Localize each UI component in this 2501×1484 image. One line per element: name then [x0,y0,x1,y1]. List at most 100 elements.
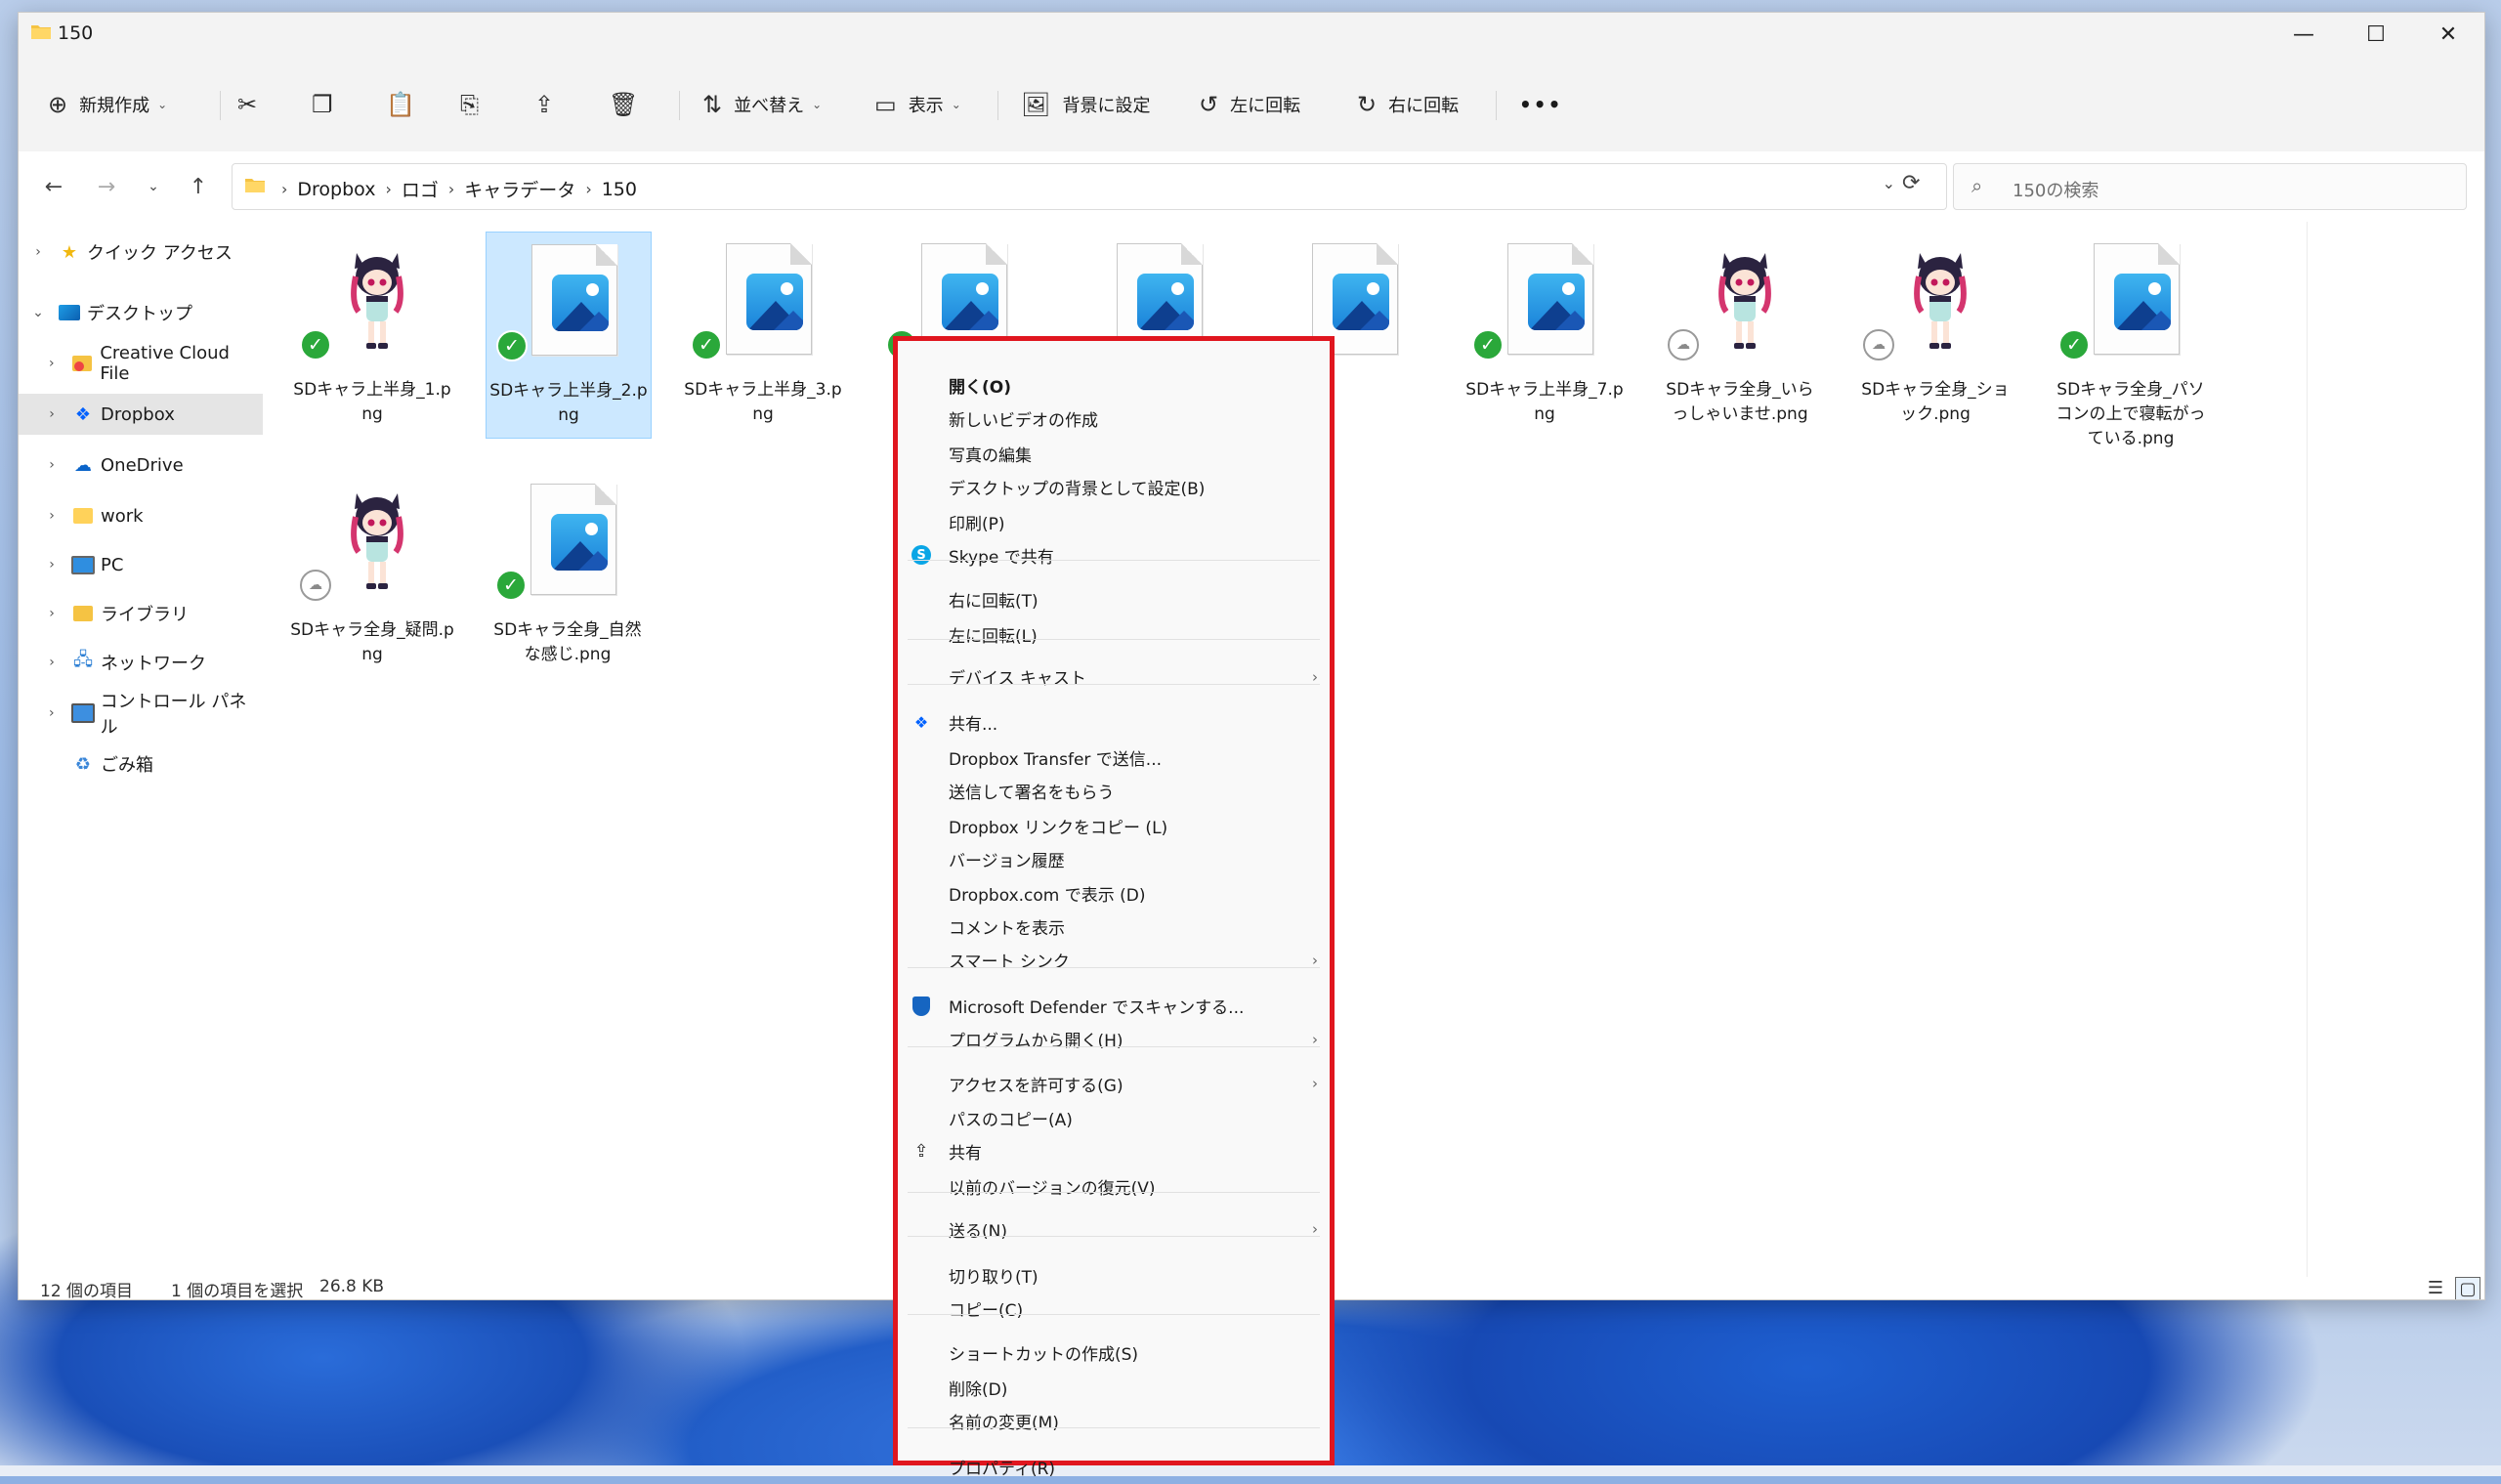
file-item[interactable]: ☁ SDキャラ全身_疑問.png [290,472,454,677]
rotate-right-button[interactable]: ↻ 右に回転 [1357,81,1459,128]
breadcrumb-item[interactable]: キャラデータ [464,176,575,202]
context-menu-item[interactable]: 送信して署名をもらう [898,774,1330,808]
network-icon: 🖧 [72,650,94,670]
context-menu-item[interactable]: プロパティ(R) [898,1450,1330,1484]
context-menu-item[interactable]: スマート シンク › [898,943,1330,977]
context-menu-item[interactable]: 削除(D) [898,1371,1330,1405]
context-menu-item-label: 写真の編集 [949,446,1032,467]
delete-button[interactable]: 🗑 [609,81,650,128]
context-menu-item[interactable]: 開く(O) [898,368,1330,403]
context-menu-item[interactable]: Microsoft Defender でスキャンする... [898,989,1330,1023]
maximize-button[interactable]: ☐ [2340,13,2412,56]
context-menu-item[interactable]: 写真の編集 [898,437,1330,471]
paste-button[interactable]: 📋 [386,81,427,128]
sidebar-item-work[interactable]: › work [19,495,263,536]
context-menu-item-label: コメントを表示 [949,919,1065,940]
context-menu-item[interactable]: 新しいビデオの作成 [898,402,1330,436]
address-bar[interactable]: › Dropbox › ロゴ › キャラデータ › 150 ⌄ [232,163,1947,210]
context-menu-item[interactable]: バージョン履歴 [898,842,1330,876]
address-row: ← → ⌄ ↑ › Dropbox › ロゴ › キャラデータ › 150 ⌄ … [19,151,2484,222]
sidebar-item-label: PC [101,554,124,575]
new-button[interactable]: ⊕ 新規作成 ⌄ [48,81,167,128]
selection-status: 1 個の項目を選択 [171,1282,304,1300]
context-menu-item[interactable]: ⇪ 共有 [898,1134,1330,1168]
sidebar-item-control-panel[interactable]: › コントロール パネル [19,692,263,738]
context-menu-item[interactable]: デバイス キャスト › [898,659,1330,694]
context-menu-item-label: プロパティ(R) [949,1459,1056,1479]
context-menu-item[interactable]: Dropbox Transfer で送信... [898,741,1330,775]
breadcrumb-item[interactable]: ロゴ [402,176,439,202]
sidebar-item-network[interactable]: › 🖧 ネットワーク [19,642,263,683]
context-menu-item[interactable]: 名前の変更(M) [898,1404,1330,1438]
context-menu-item[interactable]: コピー(C) [898,1292,1330,1326]
online-only-cloud-icon: ☁ [1863,329,1894,360]
set-background-button[interactable]: 🖼 背景に設定 [1021,81,1150,128]
context-menu-item[interactable]: パスのコピー(A) [898,1101,1330,1135]
context-menu-item-label: デスクトップの背景として設定(B) [949,480,1206,500]
sidebar-item-label: デスクトップ [87,304,192,324]
context-menu-item[interactable]: 左に回転(L) [898,617,1330,652]
context-menu-item[interactable]: 印刷(P) [898,505,1330,539]
context-menu-item-label: Microsoft Defender でスキャンする... [949,998,1245,1019]
file-item[interactable]: ✓ SDキャラ上半身_3.png [681,232,845,437]
address-history-chevron-icon[interactable]: ⌄ [1883,174,1895,192]
refresh-icon[interactable]: ⟳ [1902,171,1920,195]
context-menu-item[interactable]: コメントを表示 [898,910,1330,944]
file-item[interactable]: ☁ SDキャラ全身_いらっしゃいませ.png [1658,232,1822,437]
sidebar-item-dropbox[interactable]: › ❖ Dropbox [19,394,263,435]
copy-button[interactable]: ❐ [312,81,345,128]
context-menu-item[interactable]: 以前のバージョンの復元(V) [898,1169,1330,1204]
folder-icon [71,506,95,526]
view-button[interactable]: ▭ 表示 ⌄ [874,81,961,128]
large-icons-view-icon[interactable]: ▢ [2455,1277,2480,1299]
recycle-bin-icon: ♻ [74,753,92,775]
online-only-cloud-icon: ☁ [300,570,331,601]
file-item[interactable]: ✓ SDキャラ上半身_2.png [486,232,652,439]
synced-checkmark-icon: ✓ [495,570,527,601]
context-menu-item[interactable]: S Skype で共有 [898,538,1330,572]
back-arrow-icon[interactable]: ← [34,169,73,204]
file-thumbnail [323,243,421,360]
sidebar-item-creative-cloud[interactable]: › Creative Cloud File [19,343,263,384]
sort-button[interactable]: ⇅ 並べ替え ⌄ [702,81,822,128]
file-item[interactable]: ✓ SDキャラ全身_パソコンの上で寝転がっている.png [2049,232,2213,448]
sidebar-item-library[interactable]: › ライブラリ [19,593,263,634]
file-item[interactable]: ☁ SDキャラ全身_ショック.png [1853,232,2017,437]
minimize-button[interactable]: — [2268,13,2340,56]
context-menu-item[interactable]: ❖ 共有... [898,705,1330,740]
context-menu-item-label: デバイス キャスト [949,669,1086,690]
context-menu-item[interactable]: 送る(N) › [898,1212,1330,1247]
context-menu-item[interactable]: Dropbox.com で表示 (D) [898,876,1330,911]
sidebar-item-quick-access[interactable]: › ★ クイック アクセス [19,232,263,273]
forward-arrow-icon[interactable]: → [87,169,126,204]
toolbar-divider [220,91,221,120]
context-menu-item[interactable]: デスクトップの背景として設定(B) [898,470,1330,504]
breadcrumb-item[interactable]: Dropbox [297,179,375,200]
file-item[interactable]: ✓ SDキャラ上半身_1.png [290,232,454,437]
close-button[interactable]: ✕ [2412,13,2484,56]
sidebar-item-recycle-bin[interactable]: ♻ ごみ箱 [19,743,263,784]
sidebar-item-desktop[interactable]: ⌄ デスクトップ [19,292,263,333]
recent-locations-chevron-icon[interactable]: ⌄ [134,169,173,204]
file-item[interactable]: ✓ SDキャラ上半身_7.png [1462,232,1627,437]
sidebar-item-pc[interactable]: › PC [19,544,263,585]
file-item[interactable]: ✓ SDキャラ全身_自然な感じ.png [486,472,650,677]
details-view-icon[interactable]: ☰ [2424,1277,2447,1298]
rename-button[interactable]: ⎘ [460,81,490,128]
context-menu-item[interactable]: 右に回転(T) [898,582,1330,616]
context-menu-item[interactable]: Dropbox リンクをコピー (L) [898,809,1330,843]
context-menu-item[interactable]: ショートカットの作成(S) [898,1336,1330,1370]
breadcrumb-item[interactable]: 150 [602,179,637,200]
rotate-left-button[interactable]: ↺ 左に回転 [1199,81,1300,128]
cut-button[interactable]: ✂ [237,81,269,128]
context-menu-item[interactable]: 切り取り(T) [898,1258,1330,1293]
more-options-button[interactable]: ••• [1519,81,1562,128]
context-menu-item[interactable]: プログラムから開く(H) › [898,1022,1330,1056]
search-input[interactable]: ⌕ 150の検索 [1953,163,2467,210]
breadcrumb-separator-icon: › [385,180,392,198]
sidebar-item-onedrive[interactable]: › ☁ OneDrive [19,445,263,486]
share-button[interactable]: ⇪ [534,81,566,128]
creative-cloud-folder-icon [71,354,95,373]
up-arrow-icon[interactable]: ↑ [179,169,218,204]
context-menu-item[interactable]: アクセスを許可する(G) › [898,1067,1330,1101]
